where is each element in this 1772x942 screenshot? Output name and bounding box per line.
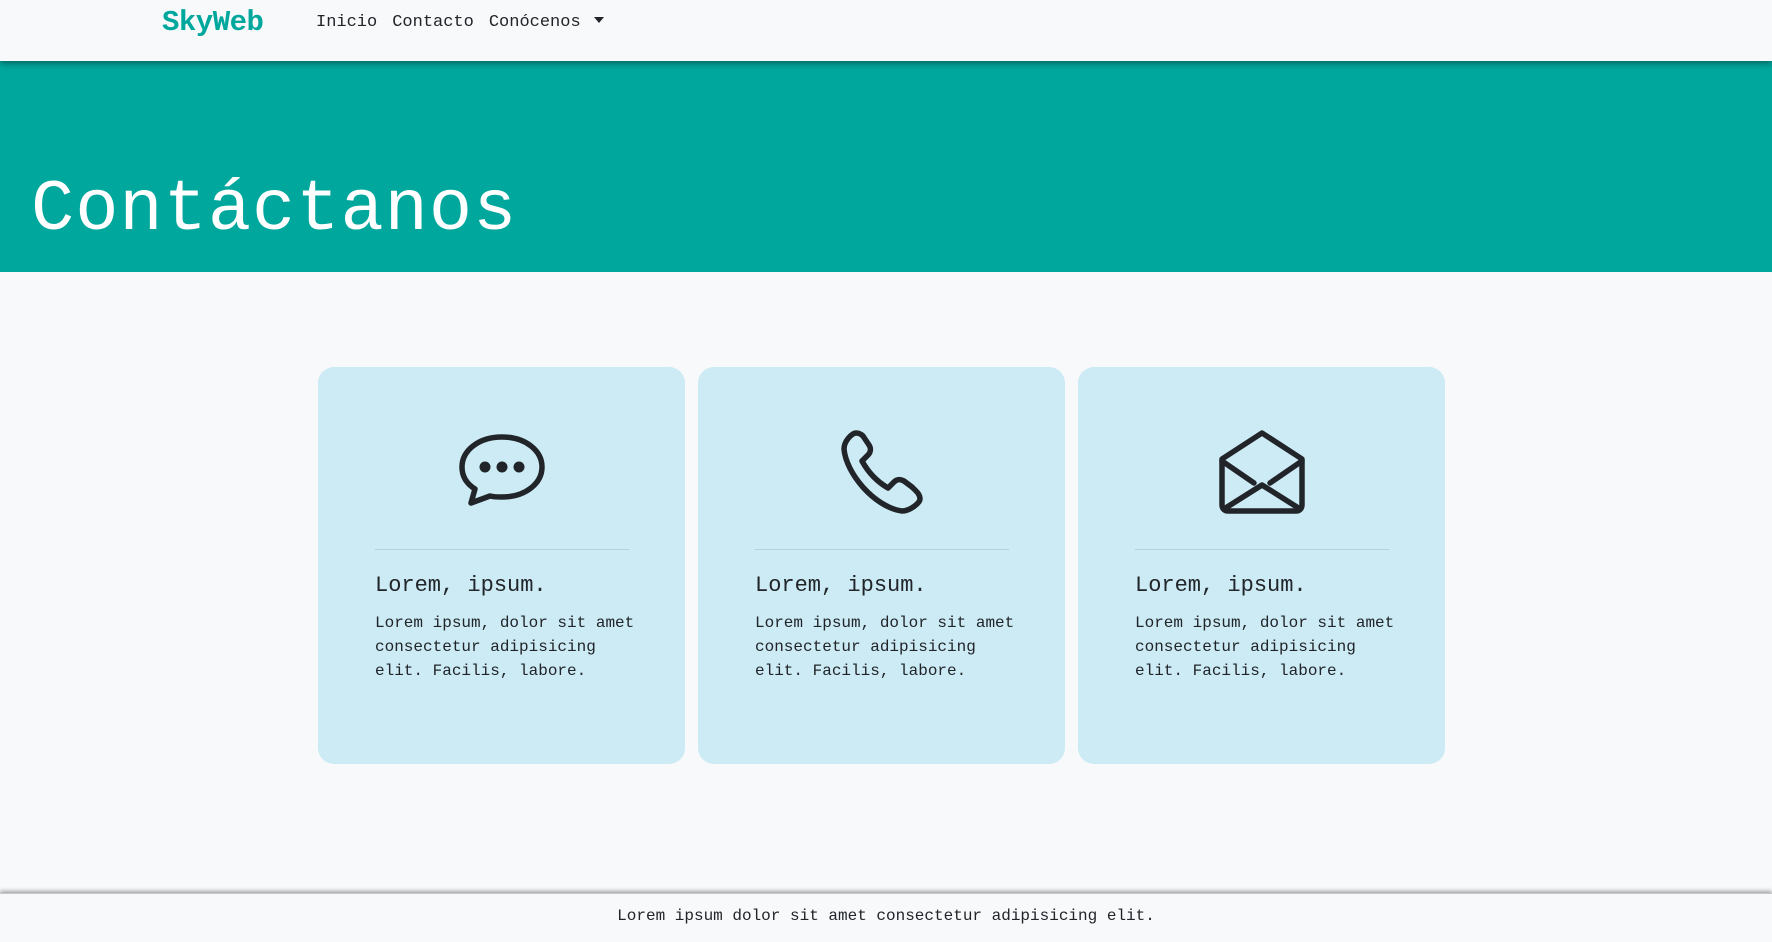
hero-banner: Contáctanos — [0, 61, 1772, 272]
chat-dots-icon — [318, 421, 685, 521]
card-title: Lorem, ipsum. — [375, 573, 547, 598]
contact-card-email: Lorem, ipsum. Lorem ipsum, dolor sit ame… — [1078, 367, 1445, 764]
card-title: Lorem, ipsum. — [1135, 573, 1307, 598]
nav-dropdown-conocenos[interactable]: Conócenos — [489, 13, 604, 32]
card-text: Lorem ipsum, dolor sit amet consectetur … — [375, 614, 635, 680]
card-divider — [1135, 549, 1389, 550]
envelope-open-icon — [1078, 421, 1445, 521]
card-divider — [755, 549, 1009, 550]
card-divider — [375, 549, 629, 550]
brand-logo-link[interactable]: SkyWeb — [162, 6, 264, 39]
footer-text: Lorem ipsum dolor sit amet consectetur a… — [617, 907, 1155, 925]
card-text: Lorem ipsum, dolor sit amet consectetur … — [1135, 614, 1395, 680]
contact-card-chat: Lorem, ipsum. Lorem ipsum, dolor sit ame… — [318, 367, 685, 764]
nav-link-contacto[interactable]: Contacto — [392, 13, 474, 32]
card-title: Lorem, ipsum. — [755, 573, 927, 598]
contact-card-phone: Lorem, ipsum. Lorem ipsum, dolor sit ame… — [698, 367, 1065, 764]
nav-link-inicio[interactable]: Inicio — [316, 13, 377, 32]
card-text: Lorem ipsum, dolor sit amet consectetur … — [755, 614, 1015, 680]
nav-links: Inicio Contacto Conócenos — [316, 13, 604, 32]
navbar: SkyWeb Inicio Contacto Conócenos — [0, 0, 1772, 61]
phone-icon — [698, 421, 1065, 521]
page-title: Contáctanos — [31, 169, 518, 251]
caret-down-icon — [593, 16, 604, 23]
footer: Lorem ipsum dolor sit amet consectetur a… — [0, 893, 1772, 942]
nav-dropdown-label: Conócenos — [488, 13, 581, 32]
